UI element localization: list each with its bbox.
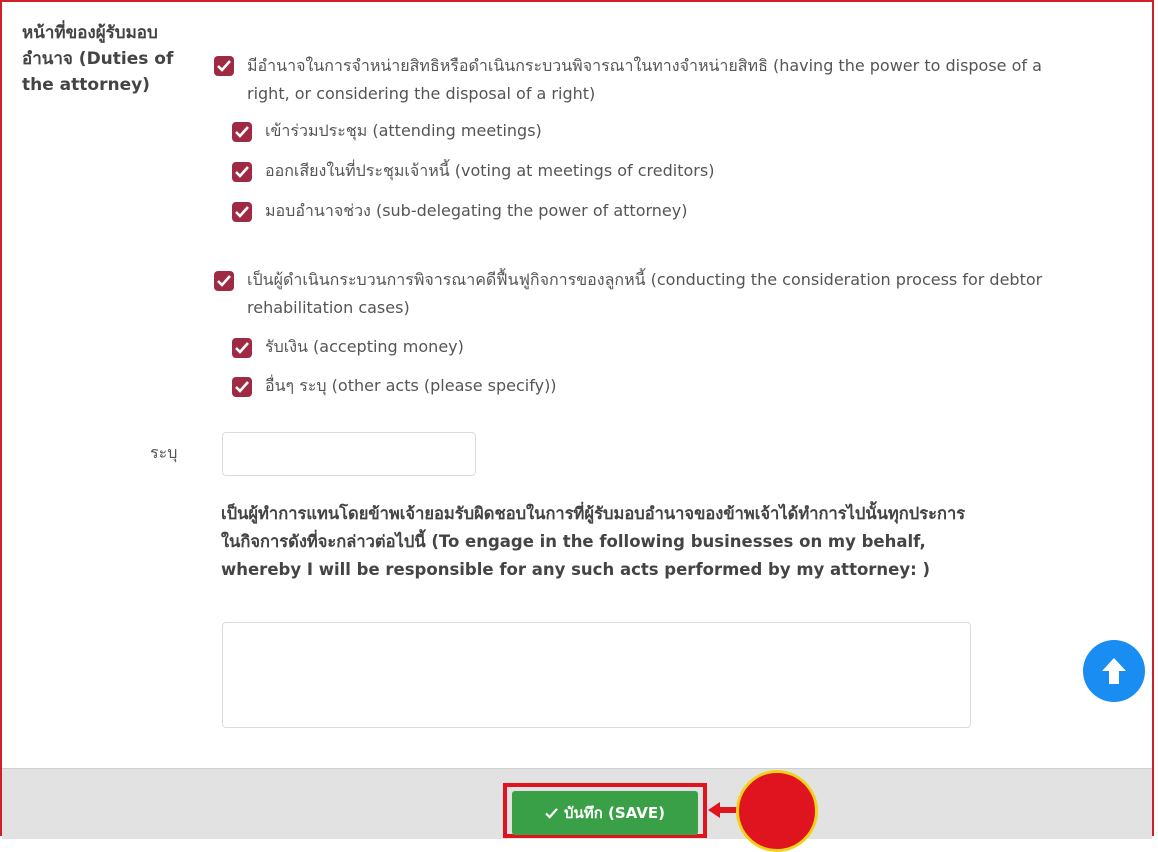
checkbox-other-acts[interactable] [232, 377, 252, 397]
duties-section-label: หน้าที่ของผู้รับมอบอำนาจ (Duties of the … [22, 23, 174, 95]
checkbox-voting-meetings[interactable] [232, 162, 252, 182]
specify-label: ระบุ [150, 443, 178, 462]
option-attending-meetings-label: เข้าร่วมประชุม (attending meetings) [265, 121, 542, 140]
option-voting-meetings-label: ออกเสียงในที่ประชุมเจ้าหนี้ (voting at m… [265, 161, 715, 180]
checkbox-accepting-money[interactable] [232, 338, 252, 358]
checkbox-sub-delegating[interactable] [232, 202, 252, 222]
annotation-marker [736, 770, 818, 852]
option-accepting-money-label: รับเงิน (accepting money) [265, 337, 464, 356]
check-icon [217, 60, 231, 72]
save-button[interactable]: บันทึก (SAVE) [512, 791, 698, 835]
engage-businesses-textarea[interactable] [222, 622, 971, 728]
check-icon [235, 126, 249, 138]
option-sub-delegating-label: มอบอำนาจช่วง (sub-delegating the power o… [265, 201, 688, 220]
scroll-to-top-button[interactable] [1083, 640, 1145, 702]
option-debtor-rehabilitation-label: เป็นผู้ดำเนินกระบวนการพิจารณาคดีฟื้นฟูกิ… [247, 270, 1043, 317]
check-icon [235, 166, 249, 178]
check-icon [235, 342, 249, 354]
checkbox-debtor-rehabilitation[interactable] [214, 271, 234, 291]
checkbox-dispose-right[interactable] [214, 56, 234, 76]
checkbox-attending-meetings[interactable] [232, 122, 252, 142]
arrow-up-icon [1102, 658, 1126, 684]
check-icon [235, 381, 249, 393]
check-icon [217, 275, 231, 287]
check-icon [545, 807, 558, 819]
option-dispose-right-label: มีอำนาจในการจำหน่ายสิทธิหรือดำเนินกระบวน… [247, 56, 1042, 103]
option-other-acts-label: อื่นๆ ระบุ (other acts (please specify)) [265, 376, 557, 395]
specify-input[interactable] [222, 432, 476, 476]
save-button-label: บันทึก (SAVE) [564, 804, 665, 822]
check-icon [235, 206, 249, 218]
engage-description: เป็นผู้ทำการแทนโดยข้าพเจ้ายอมรับผิดชอบใน… [221, 504, 966, 579]
